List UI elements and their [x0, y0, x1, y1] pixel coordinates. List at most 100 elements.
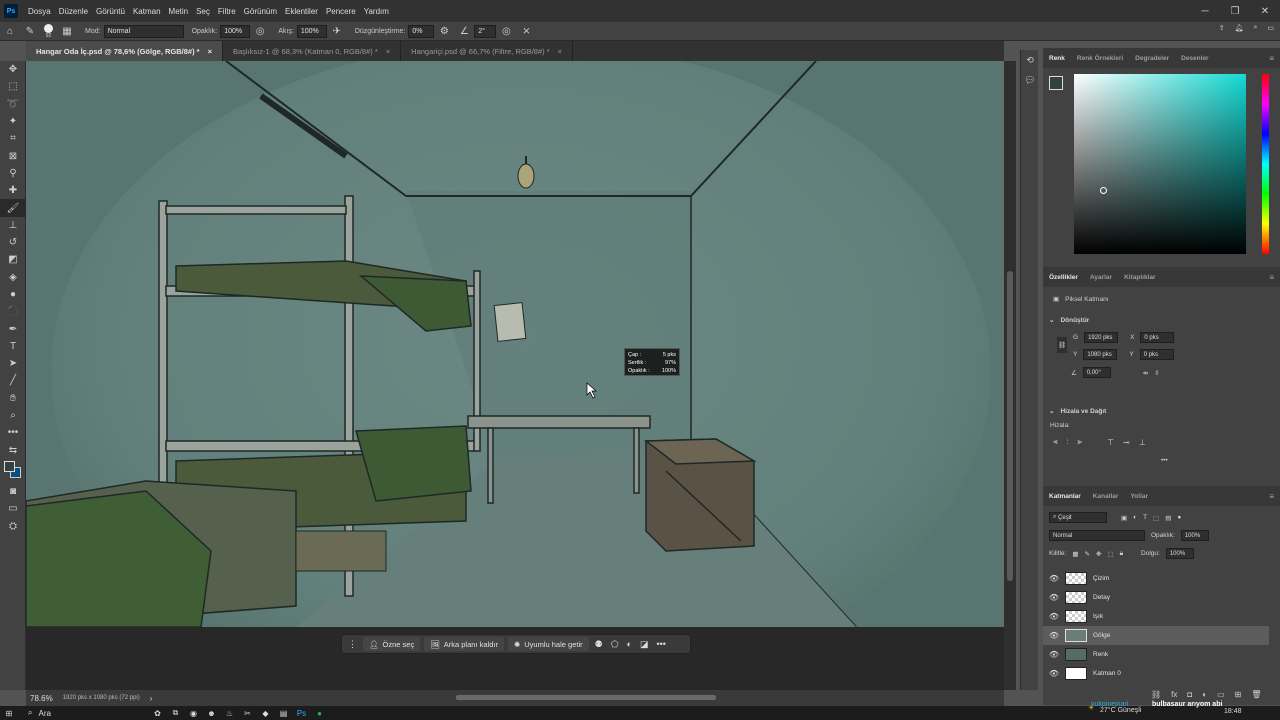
link-layers-icon[interactable]: ⛓	[1151, 690, 1161, 699]
menu-layer[interactable]: Katman	[129, 7, 165, 16]
flow-field[interactable]: 100%	[296, 24, 327, 38]
menu-view[interactable]: Görünüm	[240, 7, 281, 16]
edit-toolbar-icon[interactable]: ⛭	[0, 517, 26, 534]
clock[interactable]: 18:48	[1224, 708, 1242, 715]
tab-libraries[interactable]: Kitaplıklar	[1124, 274, 1155, 281]
panel-menu-icon[interactable]: ≡	[1269, 54, 1274, 63]
fg-color-chip[interactable]	[1049, 76, 1063, 90]
spotify-icon[interactable]: ●	[310, 706, 328, 720]
new-layer-icon[interactable]: ⊞	[1235, 690, 1242, 699]
eye-icon[interactable]: 👁︎	[1043, 593, 1065, 602]
tab-gradients[interactable]: Degradeler	[1135, 55, 1169, 62]
photoshop-taskbar-icon[interactable]: Ps	[292, 706, 310, 720]
dodge-tool-icon[interactable]: ⚫	[0, 303, 26, 320]
type-tool-icon[interactable]: T	[0, 338, 26, 355]
path-select-tool-icon[interactable]: ➤	[0, 355, 26, 372]
workspace-icon[interactable]: ▭	[1267, 24, 1274, 32]
app-icon[interactable]: ◆	[256, 706, 274, 720]
align-middle-v-icon[interactable]: ⊸	[1123, 438, 1130, 447]
tab-layers[interactable]: Katmanlar	[1049, 493, 1081, 500]
explorer-icon[interactable]: ▤	[274, 706, 292, 720]
hand-tool-icon[interactable]: ✋︎	[0, 390, 26, 407]
pressure-opacity-icon[interactable]: ◎	[253, 24, 267, 38]
menu-image[interactable]: Görüntü	[92, 7, 129, 16]
tab-patterns[interactable]: Desenler	[1181, 55, 1208, 62]
swap-colors-icon[interactable]: ⇆	[0, 442, 26, 459]
y-input[interactable]: 0 pks	[1139, 349, 1174, 360]
filter-type-icon[interactable]: T	[1143, 514, 1147, 521]
airbrush-icon[interactable]: ✈	[330, 24, 344, 38]
new-adjustment-icon[interactable]: ◐	[1202, 690, 1207, 699]
brush-size-picker[interactable]: 92	[44, 23, 53, 39]
pen-tool-icon[interactable]: ✒	[0, 320, 26, 337]
zoom-level[interactable]: 78.6%	[30, 694, 53, 703]
search-icon[interactable]: ⌕	[1253, 24, 1257, 32]
line-tool-icon[interactable]: ╱	[0, 372, 26, 389]
chevron-down-icon[interactable]: ⌄	[1049, 316, 1054, 324]
eye-icon[interactable]: 👁︎	[1043, 650, 1065, 659]
panel-menu-icon[interactable]: ≡	[1269, 273, 1274, 282]
menu-type[interactable]: Metin	[165, 7, 193, 16]
tab-hangarici[interactable]: Hangariçi.psd @ 66,7% (Filtre, RGB/8#) *…	[401, 41, 574, 61]
quick-mask-icon[interactable]: ◙	[0, 483, 26, 500]
tab-close-icon[interactable]: ×	[386, 47, 390, 56]
windows-start-icon[interactable]: ⊞	[0, 706, 18, 720]
menu-window[interactable]: Pencere	[322, 7, 360, 16]
menu-edit[interactable]: Düzenle	[55, 7, 92, 16]
discord-icon[interactable]: ☻	[202, 706, 220, 720]
fx-icon[interactable]: fx	[1171, 690, 1177, 699]
zoom-tool-icon[interactable]: ⌕	[0, 407, 26, 424]
hue-slider[interactable]	[1262, 74, 1269, 254]
tab-color[interactable]: Renk	[1049, 55, 1065, 62]
share-icon[interactable]: ⇪	[1219, 24, 1225, 32]
tab-hangar-oda[interactable]: Hangar Oda İç.psd @ 78,6% (Gölge, RGB/8#…	[26, 41, 223, 61]
history-brush-tool-icon[interactable]: ↺	[0, 234, 26, 251]
quick-select-tool-icon[interactable]: ✦	[0, 113, 26, 130]
align-bottom-icon[interactable]: ⊥	[1139, 438, 1146, 447]
filter-shape-icon[interactable]: ⬚	[1153, 514, 1159, 522]
horizontal-scrollbar[interactable]	[456, 695, 716, 700]
flip-horizontal-icon[interactable]: ⇹	[1143, 369, 1148, 377]
brush-settings-icon[interactable]: ▦	[60, 24, 74, 38]
artwork-hangar-room[interactable]	[26, 61, 1004, 690]
layer-row-detay[interactable]: 👁︎ Detay	[1043, 588, 1269, 607]
eraser-tool-icon[interactable]: ◩	[0, 251, 26, 268]
brush-preset-icon[interactable]: ✎	[23, 24, 37, 38]
widget-icon[interactable]: ✿	[148, 706, 166, 720]
tab-basliksiz[interactable]: Başlıksız-1 @ 68,3% (Katman 0, RGB/8#) *…	[223, 41, 402, 61]
search-icon[interactable]: ⌕	[28, 708, 32, 718]
steam-icon[interactable]: ♨	[220, 706, 238, 720]
status-expand-icon[interactable]: ›	[150, 694, 153, 703]
layer-row-isik[interactable]: 👁︎ Işık	[1043, 607, 1269, 626]
crop-tool-icon[interactable]: ⌗	[0, 130, 26, 147]
remove-background-button[interactable]: 🖼︎ Arka planı kaldır	[424, 637, 504, 651]
stamp-tool-icon[interactable]: ⊥	[0, 217, 26, 234]
chrome-icon[interactable]: ◉	[184, 706, 202, 720]
pressure-size-icon[interactable]: ◎	[499, 24, 513, 38]
eyedropper-tool-icon[interactable]: ⚲	[0, 165, 26, 182]
tab-paths[interactable]: Yollar	[1130, 493, 1148, 500]
chevron-down-icon[interactable]: ⌄	[1049, 407, 1054, 415]
mask-icon[interactable]: ⚉	[593, 639, 605, 650]
comments-icon[interactable]: 💬︎	[1021, 70, 1039, 90]
healing-tool-icon[interactable]: ✚	[0, 182, 26, 199]
lock-transparency-icon[interactable]: ▦	[1072, 550, 1078, 558]
filter-adjust-icon[interactable]: ◐	[1133, 514, 1137, 521]
frame-tool-icon[interactable]: ⊠	[0, 147, 26, 164]
tab-adjustments[interactable]: Ayarlar	[1090, 274, 1112, 281]
fill-input[interactable]: 100%	[1165, 548, 1194, 559]
drag-handle-icon[interactable]: ⋮	[346, 639, 359, 650]
height-input[interactable]: 1080 pks	[1083, 349, 1118, 360]
symmetry-icon[interactable]: ⨯	[519, 24, 533, 38]
eye-icon[interactable]: 👁︎	[1043, 612, 1065, 621]
blur-tool-icon[interactable]: ●	[0, 286, 26, 303]
brush-tool-icon[interactable]: 🖌︎	[0, 199, 26, 217]
adjust-icon[interactable]: ◐	[625, 639, 634, 649]
bell-icon[interactable]: 🔔︎	[1235, 24, 1244, 32]
lasso-tool-icon[interactable]: ➰	[0, 96, 26, 113]
tab-properties[interactable]: Özellikler	[1049, 274, 1078, 281]
scrollbar-thumb[interactable]	[1007, 271, 1013, 581]
maximize-icon[interactable]: ❐	[1220, 0, 1250, 22]
taskbar-search[interactable]: Ara	[38, 709, 148, 718]
filter-smart-icon[interactable]: ▤	[1165, 514, 1171, 522]
